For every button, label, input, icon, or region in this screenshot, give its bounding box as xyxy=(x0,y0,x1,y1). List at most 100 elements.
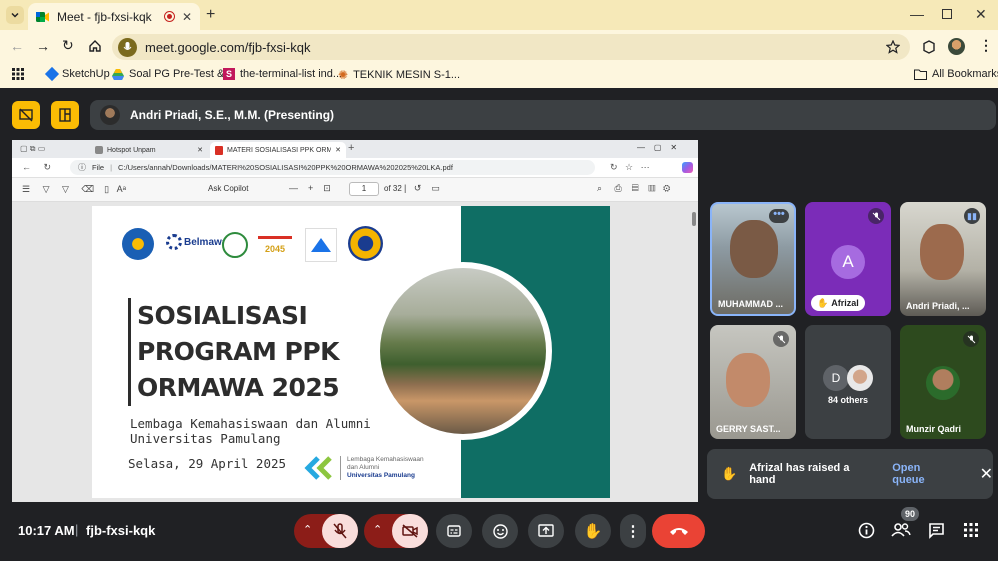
participant-tile[interactable]: A ✋ Afrizal xyxy=(805,202,891,316)
emoji-icon xyxy=(492,523,508,539)
unpam-logo-icon xyxy=(348,226,383,261)
bookmark-teknik-mesin[interactable]: ✺ TEKNIK MESIN S-1... xyxy=(338,68,460,82)
mic-control-group: ⌃ xyxy=(294,514,358,548)
raise-hand-button[interactable]: ✋ xyxy=(575,514,611,548)
mic-off-icon xyxy=(773,331,789,347)
camera-options-chevron-icon[interactable]: ⌃ xyxy=(373,523,382,536)
indonesia-emas-logo: 2045 xyxy=(258,236,292,256)
tut-wuri-logo-icon xyxy=(122,228,154,260)
mic-icon xyxy=(123,41,132,50)
participant-tile-others[interactable]: D 84 others xyxy=(805,325,891,439)
bookmark-star-icon[interactable] xyxy=(886,40,900,54)
slide-page: Belmawa 2045 SOSIALISASI PROGRAM PPK ORM… xyxy=(92,206,610,498)
present-off-icon xyxy=(19,108,33,122)
others-avatar-d: D xyxy=(823,365,849,391)
close-window-button[interactable]: ✕ xyxy=(975,6,987,23)
meeting-info-icon[interactable] xyxy=(858,522,875,539)
browser-menu-icon[interactable]: ⋮ xyxy=(979,37,993,54)
landscape-image xyxy=(380,268,546,434)
lka-logo-icon xyxy=(304,456,332,480)
stop-presentation-button[interactable] xyxy=(12,101,40,129)
close-tab-icon[interactable]: ✕ xyxy=(182,10,192,24)
participant-name: Munzir Qadri xyxy=(906,424,962,434)
bookmark-terminal-list[interactable]: Sthe-terminal-list ind... xyxy=(223,68,342,80)
copilot-icon xyxy=(682,162,693,173)
all-bookmarks[interactable]: All Bookmarks xyxy=(914,68,998,80)
belmawa-logo: Belmawa xyxy=(166,234,227,250)
gear-logo-icon xyxy=(166,234,182,250)
mic-toggle-button[interactable] xyxy=(322,514,358,548)
shared-tab-strip: ▢ ⧉ ▭ Hotspot Unpam ✕ MATERI SOSIALISASI … xyxy=(12,140,698,158)
people-button[interactable] xyxy=(891,518,913,540)
extension-icon[interactable] xyxy=(922,40,936,54)
meeting-code: fjb-fxsi-kqk xyxy=(86,523,156,538)
back-button[interactable]: ← xyxy=(10,38,24,54)
forward-button[interactable]: → xyxy=(36,38,50,54)
more-options-button[interactable]: ⋮ xyxy=(620,514,646,548)
new-tab-button[interactable]: + xyxy=(206,6,215,24)
hand-icon: ✋ xyxy=(817,297,829,308)
participant-tile[interactable]: GERRY SAST... xyxy=(710,325,796,439)
layout-button[interactable] xyxy=(51,101,79,129)
layout-icon xyxy=(59,108,71,122)
activities-icon[interactable] xyxy=(963,522,979,538)
presenter-bar: Andri Priadi, S.E., M.M. (Presenting) xyxy=(90,100,996,130)
camera-toggle-button[interactable] xyxy=(392,514,428,548)
captions-button[interactable] xyxy=(436,514,472,548)
participant-tile[interactable]: Munzir Qadri xyxy=(900,325,986,439)
shared-address-bar: ← ↻ ⓘ File | C:/Users/annah/Downloads/MA… xyxy=(12,158,698,178)
participant-tile[interactable]: ••• MUHAMMAD ... xyxy=(710,202,796,316)
hand-icon: ✋ xyxy=(721,466,738,481)
home-icon[interactable] xyxy=(88,39,102,53)
close-notice-icon[interactable]: ✕ xyxy=(980,464,993,484)
hand-icon: ✋ xyxy=(583,523,603,540)
reload-button[interactable]: ↻ xyxy=(62,37,74,54)
participant-face xyxy=(726,353,770,407)
participant-name: MUHAMMAD ... xyxy=(718,299,783,309)
leave-call-button[interactable] xyxy=(652,514,705,548)
recording-icon xyxy=(163,11,175,22)
people-count-badge: 90 xyxy=(901,507,920,521)
camera-control-group: ⌃ xyxy=(364,514,428,548)
open-queue-link[interactable]: Open queue xyxy=(892,462,953,486)
profile-avatar[interactable] xyxy=(948,38,965,55)
page-total: of 32 xyxy=(384,184,402,193)
end-call-icon xyxy=(669,528,688,535)
others-count: 84 others xyxy=(827,395,869,405)
present-screen-icon xyxy=(538,524,554,537)
present-button[interactable] xyxy=(528,514,564,548)
chat-icon[interactable] xyxy=(928,522,945,539)
speaking-icon: ▮▮ xyxy=(964,208,980,224)
mic-off-icon xyxy=(868,208,884,224)
url-text: meet.google.com/fjb-fxsi-kqk xyxy=(145,39,311,55)
kampus-logo-icon xyxy=(305,228,337,262)
mic-options-chevron-icon[interactable]: ⌃ xyxy=(303,523,312,536)
participant-name: GERRY SAST... xyxy=(716,424,781,434)
more-options-icon[interactable]: ••• xyxy=(769,209,789,223)
drive-icon xyxy=(112,68,124,80)
bookmark-sketchup[interactable]: SketchUp xyxy=(44,66,110,82)
shared-tab-hotspot: Hotspot Unpam ✕ xyxy=(90,142,208,158)
slide-photo xyxy=(374,262,552,440)
participant-face xyxy=(920,224,964,280)
shared-file-path: C:/Users/annah/Downloads/MATERI%20SOSIAL… xyxy=(118,163,453,172)
pdf-icon xyxy=(215,145,223,155)
gear-icon: ✺ xyxy=(338,68,349,82)
address-bar[interactable]: meet.google.com/fjb-fxsi-kqk xyxy=(112,34,910,60)
participant-tile[interactable]: ▮▮ Andri Priadi, ... xyxy=(900,202,986,316)
restore-button[interactable] xyxy=(942,9,952,19)
reactions-button[interactable] xyxy=(482,514,518,548)
site-info-icon[interactable] xyxy=(118,37,137,57)
tab-meet[interactable]: Meet - fjb-fxsi-kqk ✕ xyxy=(28,3,200,30)
bookmark-soal-pg[interactable]: Soal PG Pre-Test &... xyxy=(112,68,234,80)
tab-search-button[interactable] xyxy=(6,6,24,24)
ask-copilot: Ask Copilot xyxy=(208,184,249,193)
mic-off-icon xyxy=(963,331,979,347)
pdf-toolbar: ☰ ▽ ▽ ⌫ ▯ Aᵃ Ask Copilot — + ⊡ 1 of 32 |… xyxy=(12,178,698,202)
apps-grid-icon[interactable] xyxy=(12,68,24,80)
captions-icon xyxy=(447,525,461,537)
notice-text: Afrizal has raised a hand xyxy=(749,462,850,486)
minimize-button[interactable]: — xyxy=(910,6,924,22)
s-logo-icon: S xyxy=(223,68,235,80)
chevron-down-icon xyxy=(11,12,19,18)
